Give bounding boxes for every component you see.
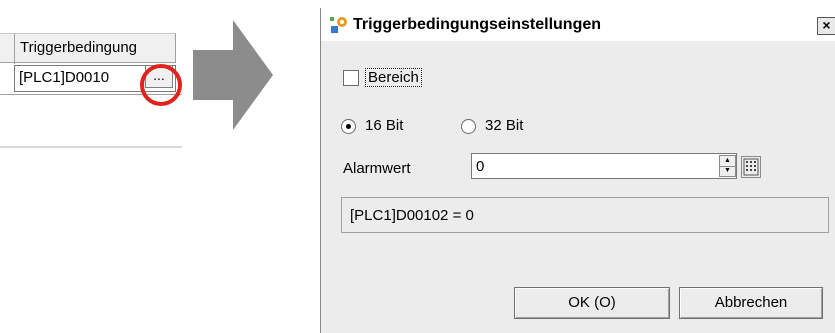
range-checkbox-label[interactable]: Bereich [365,68,422,87]
grid-header: Triggerbedingung [0,33,176,64]
condition-preview-box: [PLC1]D00102 = 0 [341,197,829,233]
highlight-circle [140,64,182,106]
radio-32-bit-label[interactable]: 32 Bit [485,117,523,134]
keypad-button[interactable] [741,156,761,178]
radio-16-bit[interactable] [341,119,356,134]
spin-updown-icon[interactable]: ▲ ▼ [719,155,736,177]
grid-header-separator [14,34,15,64]
spin-down-button[interactable]: ▼ [722,166,733,175]
ok-button[interactable]: OK (O) [514,287,670,319]
condition-preview-text: [PLC1]D00102 = 0 [350,207,474,224]
dialog-titlebar[interactable]: Triggerbedingungseinstellungen × [321,8,835,41]
settings-dialog-icon [330,17,347,33]
trigger-condition-value: [PLC1]D0010 [19,69,110,86]
keypad-icon [743,158,759,176]
right-arrow-icon [193,20,273,130]
radio-32-bit[interactable] [461,119,476,134]
close-button[interactable]: × [817,17,835,35]
alarm-value-input[interactable] [471,153,737,179]
trigger-settings-dialog: Triggerbedingungseinstellungen × Bereich… [320,8,835,333]
spin-up-button[interactable]: ▲ [722,156,733,165]
grid-divider [0,146,182,148]
dialog-title: Triggerbedingungseinstellungen [353,16,602,33]
range-checkbox[interactable] [343,70,359,86]
cancel-button[interactable]: Abbrechen [679,287,823,319]
alarm-value-label: Alarmwert [343,160,411,177]
radio-16-bit-label[interactable]: 16 Bit [365,117,403,134]
radio-selected-dot [346,124,351,129]
column-header-triggerbedingung[interactable]: Triggerbedingung [20,39,137,56]
